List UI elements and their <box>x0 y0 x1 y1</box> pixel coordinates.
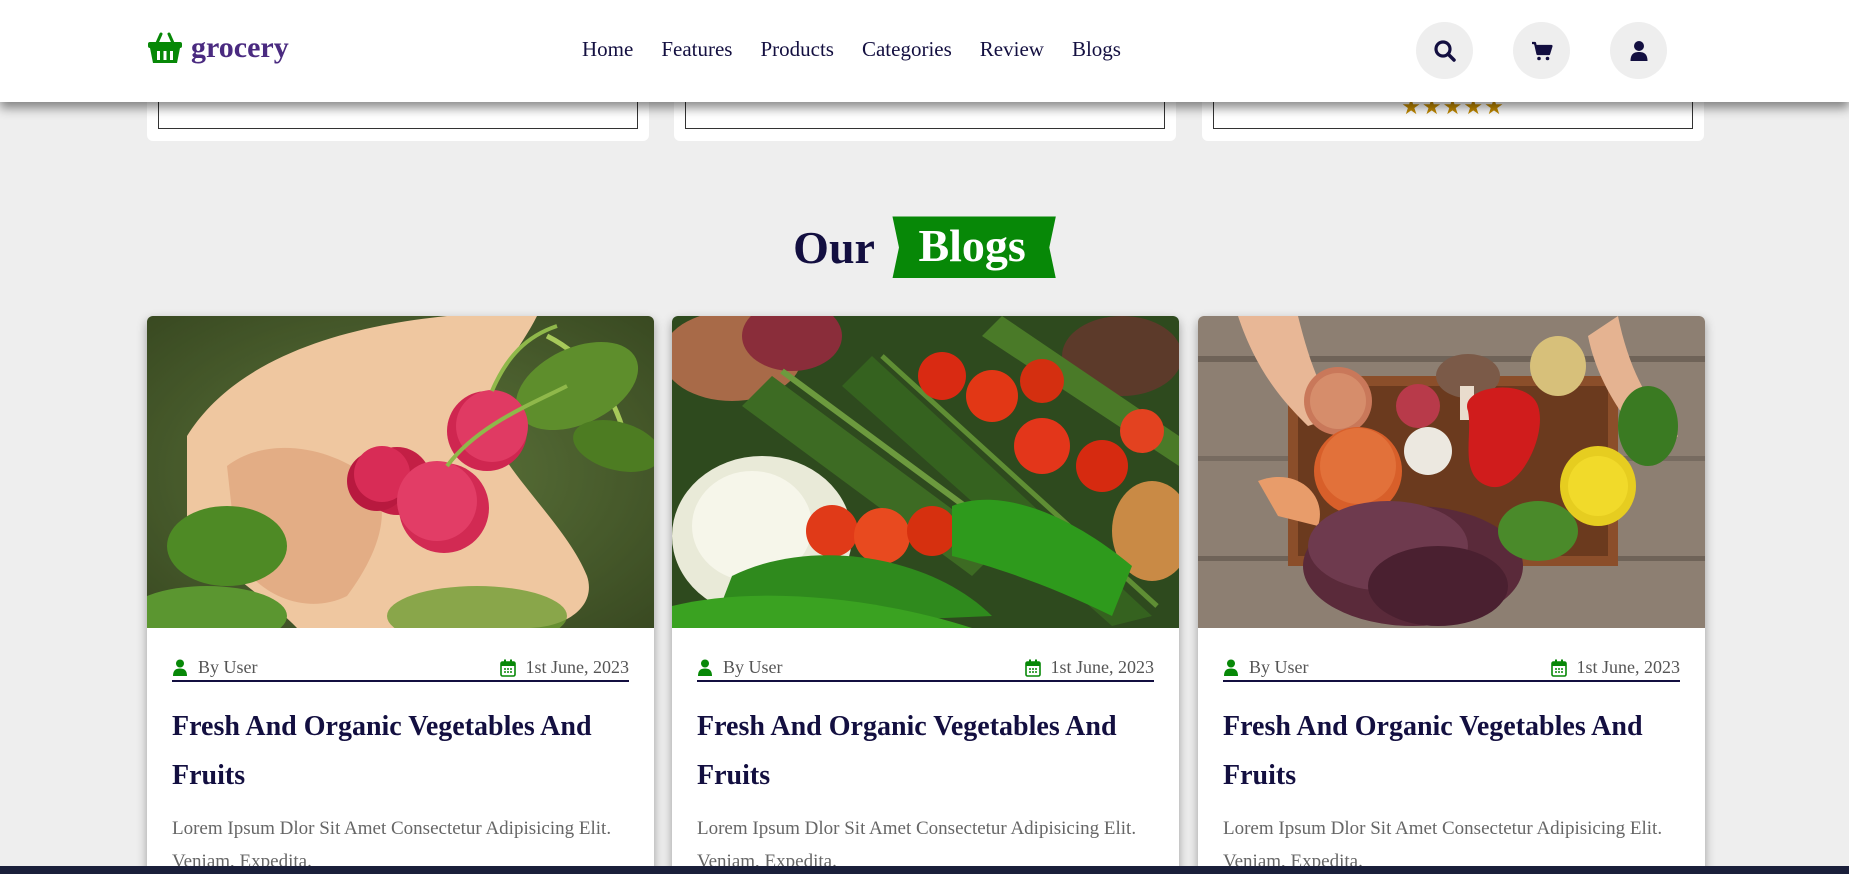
blog-excerpt: Lorem Ipsum Dlor Sit Amet Consectetur Ad… <box>697 818 1137 872</box>
heading-prefix: Our <box>793 221 875 273</box>
blog-card: By User 1st June, 2023 Fresh And Organic… <box>1198 316 1705 874</box>
blog-card: By User 1st June, 2023 Fresh And Organic… <box>672 316 1179 874</box>
blog-image <box>672 316 1179 628</box>
header: grocery Home Features Products Categorie… <box>0 0 1849 102</box>
blog-image <box>147 316 654 628</box>
footer-edge <box>0 866 1849 874</box>
calendar-icon <box>1024 659 1041 677</box>
section-heading: Our Blogs <box>0 216 1849 279</box>
nav-products[interactable]: Products <box>760 37 834 62</box>
blog-author: By User <box>1249 657 1309 677</box>
nav-home[interactable]: Home <box>582 37 633 62</box>
search-button[interactable] <box>1416 22 1473 79</box>
blog-image <box>1198 316 1705 628</box>
blog-excerpt: Lorem Ipsum Dlor Sit Amet Consectetur Ad… <box>1223 818 1663 872</box>
logo-text: grocery <box>191 31 289 64</box>
cart-icon <box>1531 41 1553 60</box>
blog-meta: By User 1st June, 2023 <box>172 657 629 682</box>
blog-card: By User 1st June, 2023 Fresh And Organic… <box>147 316 654 874</box>
calendar-icon <box>499 659 516 677</box>
basket-icon <box>148 32 182 63</box>
blog-author: By User <box>723 657 783 677</box>
blog-date: 1st June, 2023 <box>1576 657 1681 677</box>
user-icon <box>173 659 187 676</box>
blog-title[interactable]: Fresh And Organic Vegetables And Fruits <box>697 702 1154 800</box>
blog-meta: By User 1st June, 2023 <box>697 657 1154 682</box>
blog-date: 1st June, 2023 <box>1050 657 1155 677</box>
blog-title[interactable]: Fresh And Organic Vegetables And Fruits <box>1223 702 1680 800</box>
user-icon <box>698 659 712 676</box>
blog-author: By User <box>198 657 258 677</box>
calendar-icon <box>1550 659 1567 677</box>
cart-button[interactable] <box>1513 22 1570 79</box>
nav-blogs[interactable]: Blogs <box>1072 37 1121 62</box>
blog-title[interactable]: Fresh And Organic Vegetables And Fruits <box>172 702 629 800</box>
user-icon <box>1224 659 1238 676</box>
main-nav: Home Features Products Categories Review… <box>582 37 1121 62</box>
user-button[interactable] <box>1610 22 1667 79</box>
user-icon <box>1630 40 1647 61</box>
search-icon <box>1433 39 1456 62</box>
nav-features[interactable]: Features <box>661 37 732 62</box>
nav-review[interactable]: Review <box>980 37 1044 62</box>
logo[interactable]: grocery <box>147 31 289 65</box>
blog-excerpt: Lorem Ipsum Dlor Sit Amet Consectetur Ad… <box>172 818 612 872</box>
blog-meta: By User 1st June, 2023 <box>1223 657 1680 682</box>
nav-categories[interactable]: Categories <box>862 37 952 62</box>
blog-date: 1st June, 2023 <box>525 657 630 677</box>
heading-tag: Blogs <box>892 216 1056 279</box>
